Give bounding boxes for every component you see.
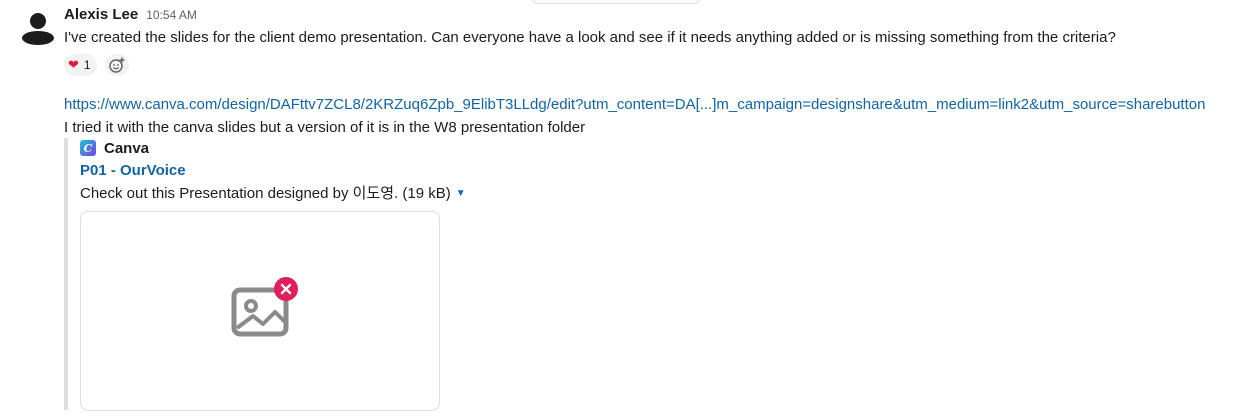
canva-logo-icon: C xyxy=(80,140,96,156)
reaction-count: 1 xyxy=(83,58,91,72)
message-text: I've created the slides for the client d… xyxy=(64,29,1116,46)
add-emoji-icon xyxy=(108,57,125,73)
reactions-bar: ❤ 1 xyxy=(64,53,1225,77)
reaction-heart[interactable]: ❤ 1 xyxy=(64,54,97,76)
message-timestamp[interactable]: 10:54 AM xyxy=(146,8,197,22)
unfurl-description-row: Check out this Presentation designed by … xyxy=(80,183,664,205)
collapse-caret-icon[interactable]: ▼ xyxy=(456,183,466,205)
link-unfurl: C Canva P01 - OurVoice Check out this Pr… xyxy=(64,138,664,411)
message-header: Alexis Lee 10:54 AM xyxy=(64,6,1225,26)
followup-text: I tried it with the canva slides but a v… xyxy=(64,119,586,136)
canva-link[interactable]: https://www.canva.com/design/DAFttv7ZCL8… xyxy=(64,94,1225,116)
message: Alexis Lee 10:54 AM I've created the sli… xyxy=(64,6,1225,139)
broken-image-icon xyxy=(231,277,298,337)
date-divider-pill[interactable] xyxy=(530,0,702,4)
heart-icon: ❤ xyxy=(68,57,79,72)
service-name: Canva xyxy=(104,139,150,157)
add-reaction-button[interactable] xyxy=(104,54,129,76)
unfurl-service: C Canva xyxy=(80,138,664,158)
user-silhouette-icon xyxy=(22,13,54,45)
unfurl-preview-image[interactable] xyxy=(80,211,440,411)
sender-name[interactable]: Alexis Lee xyxy=(64,6,138,23)
unfurl-title-link[interactable]: P01 - OurVoice xyxy=(80,161,664,181)
unfurl-description: Check out this Presentation designed by … xyxy=(80,185,451,202)
message-pane: Alexis Lee 10:54 AM I've created the sli… xyxy=(0,0,1245,418)
avatar[interactable] xyxy=(20,10,56,46)
